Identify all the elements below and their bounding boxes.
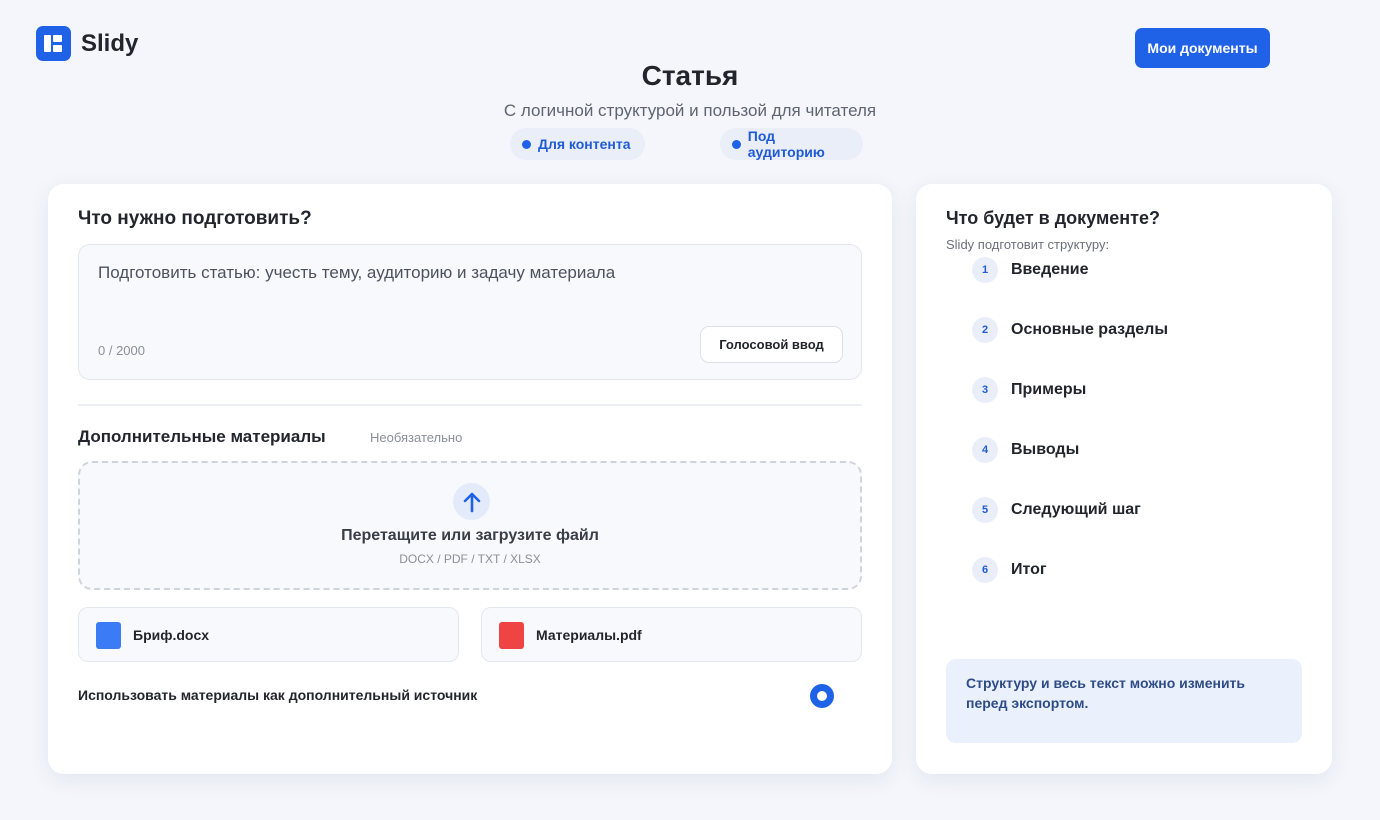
app-logo[interactable]: Slidy — [36, 26, 138, 61]
preview-title: Что будет в документе? — [946, 208, 1160, 228]
tag-label: Под аудиторию — [747, 128, 825, 160]
document-preview-card: Что будет в документе? Slidy подготовит … — [916, 184, 1332, 774]
tag-dot-icon — [522, 139, 531, 149]
tag-label: Для контента — [538, 136, 631, 152]
step-number: 5 — [972, 497, 998, 523]
step-number: 6 — [972, 557, 998, 583]
voice-input-button[interactable]: Голосовой ввод — [700, 326, 843, 363]
char-counter: 0 / 2000 — [98, 343, 145, 358]
tag-dot-icon — [732, 139, 741, 149]
attached-file[interactable]: Бриф.docx — [78, 607, 459, 662]
tag-audience: Под аудиторию — [720, 128, 863, 160]
tag-content: Для контента — [510, 128, 645, 160]
preview-subtitle: Slidy подготовит структуру: — [946, 237, 1110, 252]
step-label: Основные разделы — [1011, 321, 1168, 338]
dropzone-formats: DOCX / PDF / TXT / XLSX — [399, 552, 541, 566]
slidy-logo-icon — [36, 26, 71, 61]
file-name: Бриф.docx — [133, 627, 210, 643]
prompt-input[interactable]: Подготовить статью: учесть тему, аудитор… — [78, 244, 862, 380]
step-label: Следующий шаг — [1011, 501, 1141, 518]
use-materials-label: Использовать материалы как дополнительны… — [78, 687, 478, 703]
prompt-placeholder: Подготовить статью: учесть тему, аудитор… — [98, 263, 616, 282]
file-dropzone[interactable]: Перетащите или загрузите файл DOCX / PDF… — [78, 461, 862, 590]
step-number: 3 — [972, 377, 998, 403]
structure-item: 3 Примеры — [972, 377, 1292, 403]
materials-title: Дополнительные материалы — [78, 427, 326, 446]
edit-note: Структуру и весь текст можно изменить пе… — [946, 659, 1302, 743]
page-subtitle: С логичной структурой и пользой для чита… — [503, 101, 877, 120]
structure-item: 6 Итог — [972, 557, 1292, 583]
step-number: 4 — [972, 437, 998, 463]
structure-item: 5 Следующий шаг — [972, 497, 1292, 523]
page-title: Статья — [641, 60, 739, 91]
section-divider — [78, 404, 862, 406]
dropzone-title: Перетащите или загрузите файл — [341, 527, 599, 544]
pdf-file-icon — [499, 622, 524, 649]
step-label: Примеры — [1011, 381, 1087, 398]
structure-item: 2 Основные разделы — [972, 317, 1292, 343]
structure-item: 1 Введение — [972, 257, 1292, 283]
request-card: Что нужно подготовить? Подготовить стать… — [48, 184, 892, 774]
step-number: 2 — [972, 317, 998, 343]
app-name: Slidy — [81, 29, 139, 57]
use-materials-radio[interactable] — [810, 684, 834, 708]
page: Slidy Мои документы Статья С логичной ст… — [0, 0, 1380, 820]
step-label: Итог — [1011, 561, 1047, 578]
step-label: Выводы — [1011, 441, 1080, 458]
prompt-section-title: Что нужно подготовить? — [78, 208, 312, 229]
step-label: Введение — [1011, 261, 1089, 278]
step-number: 1 — [972, 257, 998, 283]
upload-arrow-icon — [453, 483, 490, 520]
docx-file-icon — [96, 622, 121, 649]
attached-file[interactable]: Материалы.pdf — [481, 607, 862, 662]
structure-item: 4 Выводы — [972, 437, 1292, 463]
file-name: Материалы.pdf — [536, 627, 642, 643]
optional-label: Необязательно — [370, 430, 463, 445]
